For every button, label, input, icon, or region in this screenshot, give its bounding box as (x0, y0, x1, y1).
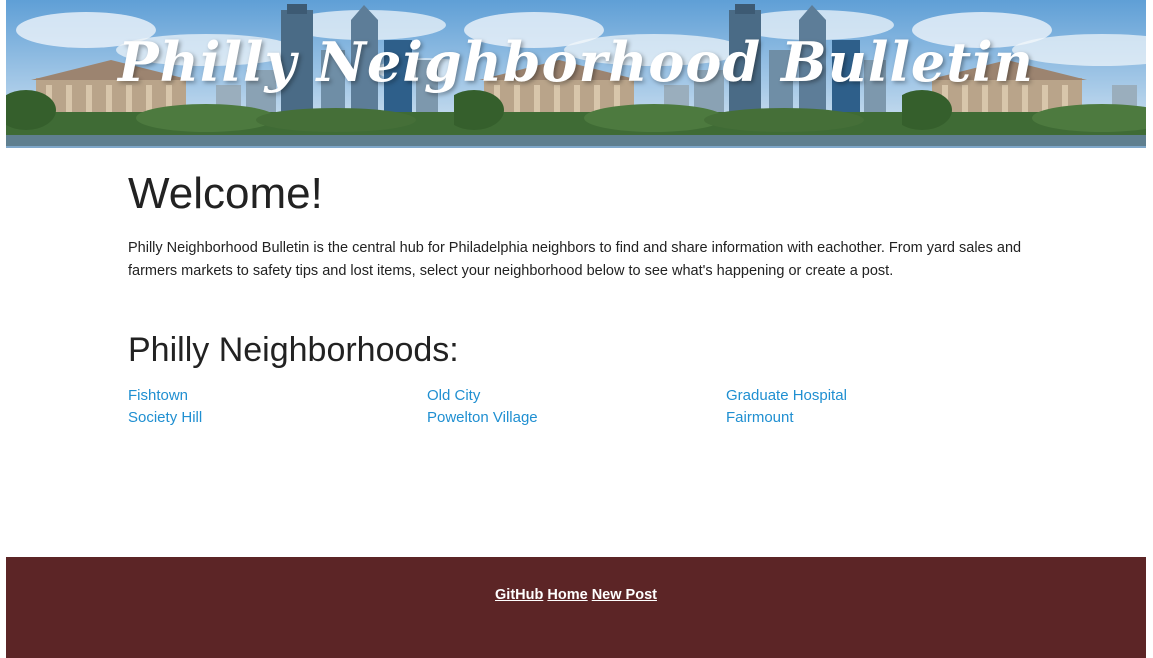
footer-link-new-post[interactable]: New Post (592, 587, 657, 603)
neighborhood-link-powelton-village[interactable]: Powelton Village (427, 407, 726, 429)
neighborhoods-heading: Philly Neighborhoods: (128, 331, 459, 369)
header-banner: Philly Neighborhood Bulletin (6, 0, 1146, 148)
footer: GitHub Home New Post (6, 557, 1146, 658)
neighborhood-link-old-city[interactable]: Old City (427, 385, 726, 407)
footer-nav: GitHub Home New Post (6, 587, 1146, 603)
intro-paragraph: Philly Neighborhood Bulletin is the cent… (128, 240, 1022, 279)
welcome-section: Welcome! Philly Neighborhood Bulletin is… (128, 165, 1038, 282)
footer-link-home[interactable]: Home (547, 587, 587, 603)
footer-link-github[interactable]: GitHub (495, 587, 543, 603)
site-title: Philly Neighborhood Bulletin (118, 30, 1034, 94)
neighborhood-link-fairmount[interactable]: Fairmount (726, 407, 1025, 429)
welcome-heading: Welcome! (128, 169, 323, 218)
neighborhood-link-graduate-hospital[interactable]: Graduate Hospital (726, 385, 1025, 407)
neighborhood-link-fishtown[interactable]: Fishtown (128, 385, 427, 407)
neighborhood-link-society-hill[interactable]: Society Hill (128, 407, 427, 429)
neighborhood-list: Fishtown Old City Graduate Hospital Soci… (128, 385, 1028, 429)
